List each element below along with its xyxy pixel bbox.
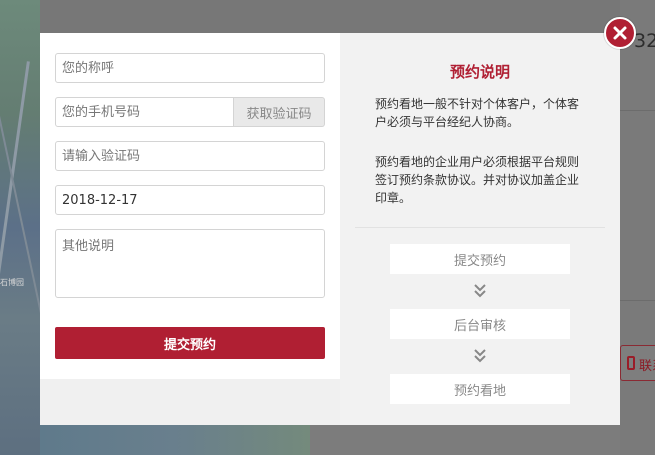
step-visit: 预约看地: [390, 374, 570, 404]
get-code-button[interactable]: 获取验证码: [234, 97, 325, 127]
step-review: 后台审核: [390, 309, 570, 339]
info-title: 预约说明: [449, 63, 510, 81]
date-input[interactable]: [55, 185, 325, 215]
background-number: 32: [634, 30, 655, 52]
appointment-modal: 获取验证码 提交预约 预约说明 预约看地一般不针对个体客户，个体客户必须与平台经…: [40, 33, 620, 425]
background-divider: [620, 300, 655, 301]
map-background-bottom: [40, 425, 310, 455]
name-input[interactable]: [55, 53, 325, 83]
close-icon: [613, 26, 627, 40]
info-divider: [355, 227, 605, 228]
contact-label: 联系: [639, 359, 655, 374]
phone-input[interactable]: [55, 97, 234, 127]
form-footer-area: [40, 379, 340, 425]
notes-textarea[interactable]: [55, 229, 325, 298]
appointment-form: 获取验证码 提交预约: [40, 33, 340, 379]
map-background: [0, 0, 40, 455]
close-button[interactable]: [604, 17, 636, 49]
map-label: 石博园: [0, 278, 24, 287]
verification-code-input[interactable]: [55, 141, 325, 171]
info-paragraph: 预约看地的企业用户必须根据平台规则签订预约条款协议。并对协议加盖企业印章。: [375, 155, 580, 205]
info-paragraph: 预约看地一般不针对个体客户，个体客户必须与平台经纪人协商。: [375, 97, 580, 129]
double-chevron-down-icon: [474, 349, 486, 363]
page-background-right: [620, 0, 655, 455]
step-submit: 提交预约: [390, 244, 570, 274]
contact-button: 联系: [620, 345, 655, 381]
background-divider: [620, 110, 655, 111]
phone-icon: [627, 356, 635, 370]
double-chevron-down-icon: [474, 284, 486, 298]
info-panel: 预约说明 预约看地一般不针对个体客户，个体客户必须与平台经纪人协商。 预约看地的…: [340, 33, 620, 425]
submit-button[interactable]: 提交预约: [55, 327, 325, 359]
page-background-bottom: [310, 425, 655, 455]
